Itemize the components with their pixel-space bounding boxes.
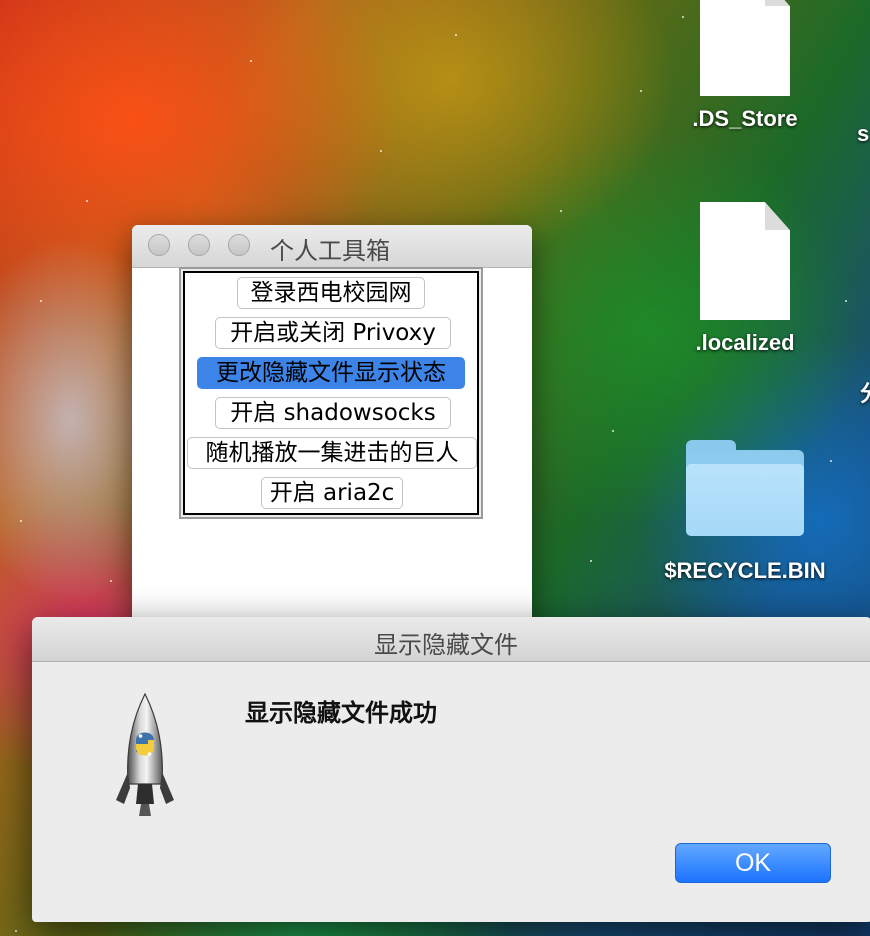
desktop-icon-label: .DS_Store [692,106,798,131]
toggle-privoxy-button[interactable]: 开启或关闭 Privoxy [215,317,451,349]
star [86,200,88,202]
star [110,580,112,582]
folder-icon [686,440,804,536]
alert-dialog: 显示隐藏文件 显示隐藏文件成功 OK [32,617,870,922]
star [250,60,252,62]
star [560,210,562,212]
desktop-icon-label: .localized [695,330,795,355]
desktop-file-localized[interactable]: .localized [645,202,845,356]
desktop-icon-label-clipped[interactable]: 分 [860,376,870,408]
document-icon [700,202,790,320]
alert-titlebar[interactable]: 显示隐藏文件 [32,617,870,662]
star [380,150,382,152]
desktop-background: .DS_Store .localized $RECYCLE.BIN s 分 个人… [0,0,870,936]
star [455,34,457,36]
python-launcher-rocket-icon [116,692,174,816]
document-icon [700,0,790,96]
star [15,930,17,932]
start-aria2c-button[interactable]: 开启 aria2c [261,477,403,509]
zoom-window-icon[interactable] [228,234,250,256]
star [845,300,847,302]
desktop-file-ds-store[interactable]: .DS_Store [645,0,845,132]
close-window-icon[interactable] [148,234,170,256]
play-random-episode-button[interactable]: 随机播放一集进击的巨人 [187,437,477,469]
star [640,90,642,92]
desktop-folder-recycle-bin[interactable]: $RECYCLE.BIN [645,440,845,584]
tool-window-title: 个人工具箱 [270,237,390,265]
alert-title: 显示隐藏文件 [374,631,518,659]
star [20,520,22,522]
desktop-icon-label: $RECYCLE.BIN [664,558,826,583]
tool-button-list: 登录西电校园网 开启或关闭 Privoxy 更改隐藏文件显示状态 开启 shad… [183,271,479,515]
star [590,560,592,562]
star [612,430,614,432]
start-shadowsocks-button[interactable]: 开启 shadowsocks [215,397,451,429]
minimize-window-icon[interactable] [188,234,210,256]
desktop-icon-label-clipped[interactable]: s [857,121,869,147]
tool-window-titlebar[interactable]: 个人工具箱 [132,225,532,268]
toggle-hidden-files-button[interactable]: 更改隐藏文件显示状态 [197,357,465,389]
tool-window: 个人工具箱 登录西电校园网 开启或关闭 Privoxy 更改隐藏文件显示状态 开… [132,225,532,645]
tool-button-panel: 登录西电校园网 开启或关闭 Privoxy 更改隐藏文件显示状态 开启 shad… [179,267,483,519]
ok-button[interactable]: OK [675,843,831,883]
alert-message: 显示隐藏文件成功 [245,699,437,727]
login-campus-network-button[interactable]: 登录西电校园网 [237,277,425,309]
star [40,300,42,302]
